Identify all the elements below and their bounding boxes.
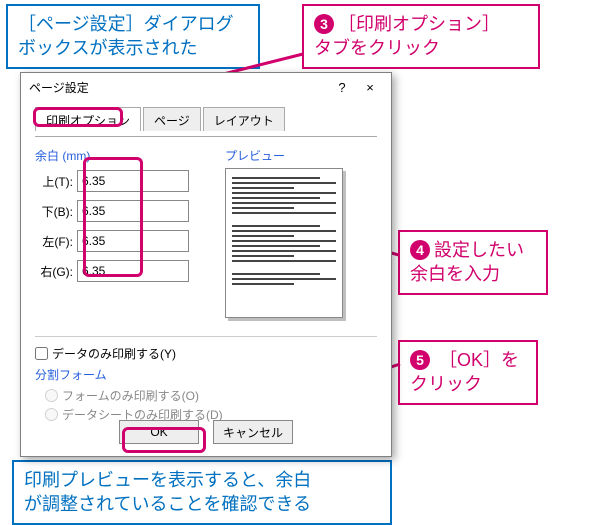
margin-right-input[interactable] [77, 260, 189, 282]
callout-text: 印刷プレビューを表示すると、余白 が調整されていることを確認できる [24, 470, 311, 514]
callout-step3: 3［印刷オプション］ タブをクリック [302, 4, 540, 69]
data-only-row: データのみ印刷する(Y) [35, 345, 377, 362]
margin-top-label: 上(T): [35, 173, 77, 190]
ok-button[interactable]: OK [119, 420, 199, 444]
data-only-label: データのみ印刷する(Y) [52, 345, 176, 362]
titlebar: ページ設定 ? × [21, 73, 391, 101]
margins-group: 余白 (mm) 上(T): 下(B): 左(F): 右(G): [35, 147, 207, 318]
margin-bottom-input[interactable] [77, 200, 189, 222]
margin-left-input[interactable] [77, 230, 189, 252]
margin-left-label: 左(F): [35, 233, 77, 250]
callout-step4: 4設定したい 余白を入力 [398, 230, 548, 295]
dialog-body: 印刷オプション ページ レイアウト 余白 (mm) 上(T): 下(B): 左(… [21, 101, 391, 435]
radio-form-only [45, 389, 58, 402]
callout-text: ［印刷オプション］ タブをクリック [314, 14, 500, 58]
callout-dialog-shown: ［ページ設定］ダイアログ ボックスが表示された [6, 4, 260, 69]
margin-bottom-label: 下(B): [35, 203, 77, 220]
preview-group: プレビュー [225, 147, 377, 318]
badge-4: 4 [410, 240, 430, 260]
page-setup-dialog: ページ設定 ? × 印刷オプション ページ レイアウト 余白 (mm) 上(T)… [20, 72, 392, 457]
tabs: 印刷オプション ページ レイアウト [35, 107, 377, 131]
margin-top-input[interactable] [77, 170, 189, 192]
close-button[interactable]: × [357, 77, 383, 97]
callout-text: ［ページ設定］ダイアログ ボックスが表示された [18, 14, 234, 58]
radio-form-label: フォームのみ印刷する(O) [62, 387, 199, 404]
badge-5: 5 [410, 350, 430, 370]
tab-page[interactable]: ページ [143, 107, 201, 131]
dialog-title: ページ設定 [29, 79, 327, 96]
split-form-title: 分割フォーム [35, 366, 377, 383]
callout-bottom: 印刷プレビューを表示すると、余白 が調整されていることを確認できる [12, 460, 392, 525]
badge-3: 3 [314, 14, 334, 34]
callout-step5: 5 ［OK］を クリック [398, 340, 538, 405]
cancel-button[interactable]: キャンセル [213, 420, 293, 444]
preview-page [225, 168, 343, 318]
margins-title: 余白 (mm) [35, 147, 207, 164]
tab-layout[interactable]: レイアウト [203, 107, 285, 131]
margin-right-label: 右(G): [35, 263, 77, 280]
tab-print-options[interactable]: 印刷オプション [35, 107, 141, 131]
data-only-checkbox[interactable] [35, 347, 48, 360]
help-button[interactable]: ? [329, 77, 355, 97]
preview-title: プレビュー [225, 147, 377, 164]
